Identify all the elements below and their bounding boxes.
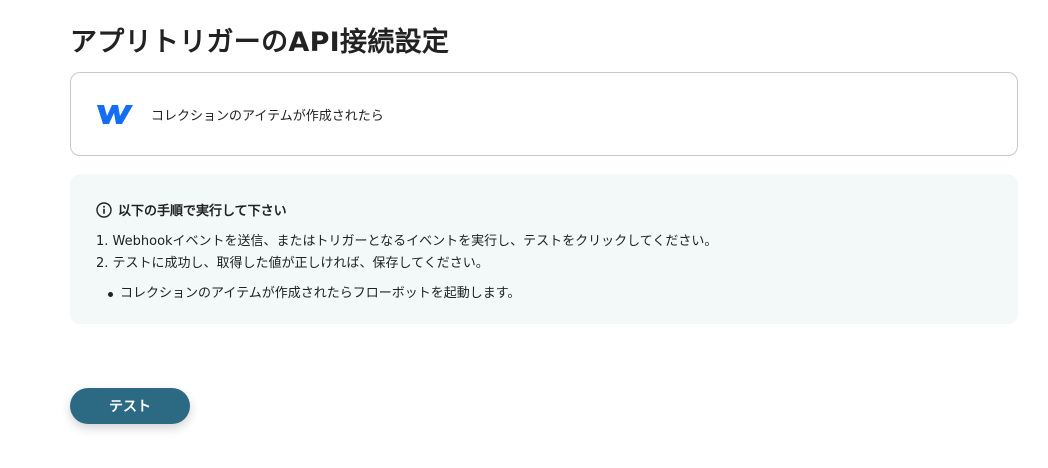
instruction-notes: コレクションのアイテムが作成されたらフローボットを起動します。 (96, 283, 992, 305)
instruction-steps: 1. Webhookイベントを送信、またはトリガーとなるイベントを実行し、テスト… (96, 231, 992, 275)
instruction-step: 1. Webhookイベントを送信、またはトリガーとなるイベントを実行し、テスト… (96, 234, 718, 249)
trigger-card[interactable]: コレクションのアイテムが作成されたら (70, 72, 1018, 156)
page: アプリトリガーのAPI接続設定 コレクションのアイテムが作成されたら 以下の手順… (0, 0, 1048, 468)
test-button[interactable]: テスト (70, 388, 190, 424)
page-title: アプリトリガーのAPI接続設定 (70, 27, 450, 58)
instruction-note: コレクションのアイテムが作成されたらフローボットを起動します。 (108, 283, 992, 305)
trigger-label: コレクションのアイテムが作成されたら (151, 108, 384, 124)
webflow-logo-icon (97, 102, 133, 126)
instructions-panel: 以下の手順で実行して下さい 1. Webhookイベントを送信、またはトリガーと… (70, 174, 1018, 324)
instructions-heading-text: 以下の手順で実行して下さい (118, 204, 287, 219)
instructions-heading: 以下の手順で実行して下さい (96, 200, 992, 219)
instruction-step: 2. テストに成功し、取得した値が正しければ、保存してください。 (96, 256, 489, 271)
info-icon (96, 201, 112, 218)
